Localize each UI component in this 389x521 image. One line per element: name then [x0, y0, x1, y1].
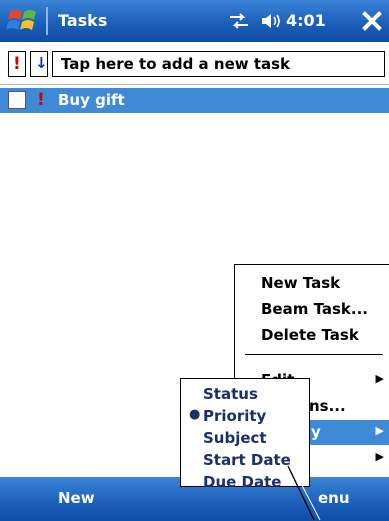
menu-item-delete-task[interactable]: Delete Task	[235, 323, 389, 348]
menu-item-label: New Task	[261, 274, 341, 292]
priority-icon: !	[13, 54, 21, 74]
submenu-arrow-icon: ▶	[375, 424, 384, 437]
speaker-icon[interactable]	[260, 11, 282, 31]
sort-option-label: Due Date	[203, 473, 282, 491]
menu-item-beam-task[interactable]: Beam Task...	[235, 297, 389, 322]
connectivity-icon[interactable]	[228, 12, 250, 30]
windows-flag-icon[interactable]	[6, 6, 40, 36]
entry-bar: ! ↓ Tap here to add a new task	[0, 42, 389, 85]
title-bar: Tasks 4:01	[0, 0, 389, 42]
submenu-arrow-icon: ▶	[375, 450, 384, 463]
menu-item-label: ns...	[309, 397, 346, 415]
down-arrow-icon: ↓	[35, 54, 48, 72]
new-task-input[interactable]: Tap here to add a new task	[52, 51, 385, 77]
app-title: Tasks	[58, 11, 108, 30]
sort-option-subject[interactable]: Subject	[181, 427, 309, 449]
sort-option-label: Priority	[203, 407, 267, 425]
menu-item-new-task[interactable]: New Task	[235, 271, 389, 296]
task-checkbox[interactable]	[8, 91, 26, 109]
stylus-tap-icon	[287, 465, 321, 521]
new-button[interactable]: New	[58, 489, 95, 507]
menu-separator	[245, 354, 383, 355]
sort-option-label: Subject	[203, 429, 267, 447]
submenu-arrow-icon: ▶	[375, 372, 384, 385]
sort-option-priority[interactable]: ● Priority	[181, 405, 309, 427]
sort-option-status[interactable]: Status	[181, 383, 309, 405]
priority-toggle-button[interactable]: !	[8, 51, 26, 77]
clock[interactable]: 4:01	[286, 11, 326, 30]
menu-item-label: Delete Task	[261, 326, 359, 344]
selected-bullet-icon: ●	[189, 407, 201, 422]
sort-option-label: Start Date	[203, 451, 291, 469]
task-row[interactable]: ! Buy gift	[0, 88, 389, 113]
menu-item-label: Beam Task...	[261, 300, 368, 318]
close-icon[interactable]	[359, 7, 385, 35]
sort-option-label: Status	[203, 385, 258, 403]
task-name: Buy gift	[58, 91, 125, 109]
menu-item-label: y	[311, 423, 321, 441]
new-task-prompt: Tap here to add a new task	[61, 55, 291, 73]
sort-toggle-button[interactable]: ↓	[30, 51, 48, 77]
high-priority-icon: !	[37, 90, 45, 110]
title-separator	[46, 7, 48, 35]
